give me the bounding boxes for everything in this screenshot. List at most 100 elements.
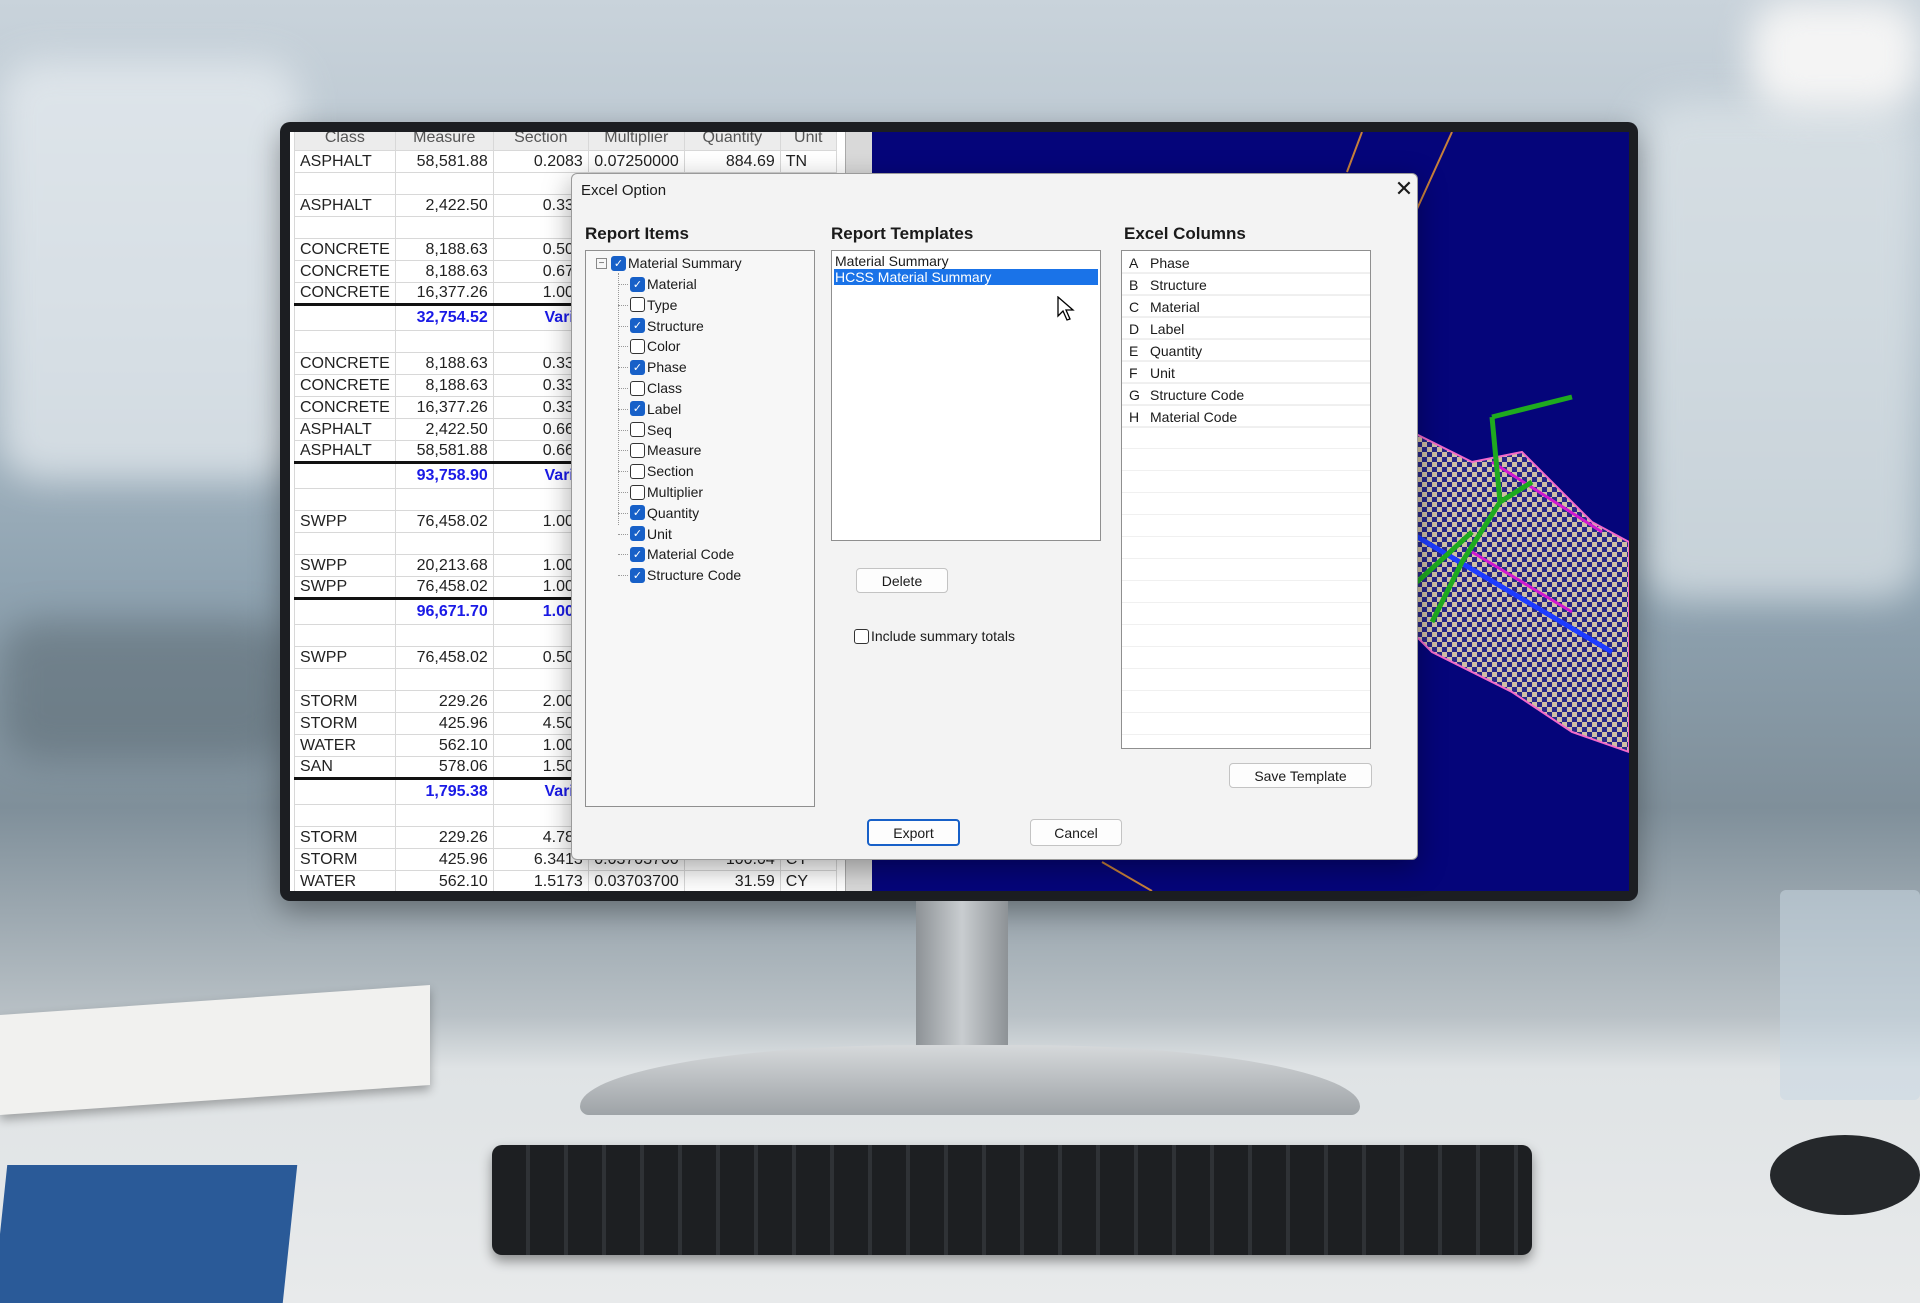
checkbox[interactable]: ✓ bbox=[611, 255, 626, 271]
table-cell[interactable]: 229.26 bbox=[394, 690, 494, 713]
checkbox[interactable]: ✓ bbox=[630, 276, 645, 292]
checkbox[interactable] bbox=[630, 484, 645, 500]
table-cell[interactable]: SWPP bbox=[294, 646, 396, 669]
table-cell[interactable]: CONCRETE bbox=[294, 374, 396, 397]
export-button[interactable]: Export bbox=[867, 819, 960, 846]
table-cell[interactable] bbox=[294, 668, 396, 691]
table-cell[interactable]: SWPP bbox=[294, 510, 396, 533]
table-cell[interactable]: CY bbox=[779, 870, 837, 891]
checkbox[interactable]: ✓ bbox=[630, 526, 645, 542]
tree-root-material-summary[interactable]: − ✓ Material Summary bbox=[596, 253, 742, 273]
table-cell[interactable]: 1.5173 bbox=[492, 870, 589, 891]
checkbox[interactable] bbox=[630, 380, 645, 396]
table-cell[interactable]: 16,377.26 bbox=[394, 396, 494, 419]
table-cell[interactable]: 229.26 bbox=[394, 826, 494, 849]
table-cell[interactable]: 0.03703700 bbox=[587, 870, 685, 891]
excel-column-item[interactable]: C Material bbox=[1122, 296, 1370, 318]
table-cell[interactable] bbox=[394, 216, 494, 239]
table-cell[interactable]: CONCRETE bbox=[294, 396, 396, 419]
table-cell[interactable]: 8,188.63 bbox=[394, 374, 494, 397]
tree-item-section[interactable]: Section bbox=[618, 461, 694, 481]
table-cell[interactable]: WATER bbox=[294, 734, 396, 757]
tree-item-label[interactable]: ✓ Label bbox=[618, 399, 681, 419]
table-cell[interactable]: CONCRETE bbox=[294, 352, 396, 375]
table-cell[interactable]: 96,671.70 bbox=[394, 598, 494, 625]
template-item[interactable]: HCSS Material Summary bbox=[834, 269, 1098, 285]
checkbox[interactable]: ✓ bbox=[630, 546, 645, 562]
checkbox[interactable]: ✓ bbox=[630, 567, 645, 583]
table-cell[interactable]: CONCRETE bbox=[294, 260, 396, 283]
excel-column-item[interactable]: G Structure Code bbox=[1122, 384, 1370, 406]
column-header[interactable]: Section bbox=[492, 132, 589, 151]
tree-item-class[interactable]: Class bbox=[618, 378, 682, 398]
table-cell[interactable] bbox=[294, 532, 396, 555]
excel-column-item[interactable]: F Unit bbox=[1122, 362, 1370, 384]
table-cell[interactable] bbox=[294, 304, 396, 331]
table-cell[interactable]: 562.10 bbox=[394, 734, 494, 757]
tree-item-seq[interactable]: Seq bbox=[618, 420, 672, 440]
table-cell[interactable]: 76,458.02 bbox=[394, 510, 494, 533]
table-cell[interactable] bbox=[294, 624, 396, 647]
tree-item-phase[interactable]: ✓ Phase bbox=[618, 357, 687, 377]
table-cell[interactable]: 884.69 bbox=[683, 150, 781, 173]
table-cell[interactable] bbox=[294, 462, 396, 489]
table-cell[interactable]: CONCRETE bbox=[294, 238, 396, 261]
tree-item-material[interactable]: ✓ Material bbox=[618, 274, 697, 294]
table-cell[interactable]: 562.10 bbox=[394, 870, 494, 891]
column-header[interactable]: Multiplier bbox=[587, 132, 685, 151]
table-cell[interactable]: STORM bbox=[294, 848, 396, 871]
table-cell[interactable]: 76,458.02 bbox=[394, 646, 494, 669]
table-cell[interactable]: STORM bbox=[294, 826, 396, 849]
include-summary-totals-checkbox[interactable]: Include summary totals bbox=[854, 626, 1015, 646]
column-header[interactable]: Quantity bbox=[683, 132, 781, 151]
tree-item-material-code[interactable]: ✓ Material Code bbox=[618, 544, 734, 564]
table-cell[interactable]: TN bbox=[779, 150, 837, 173]
table-cell[interactable]: ASPHALT bbox=[294, 440, 396, 464]
table-cell[interactable] bbox=[294, 172, 396, 195]
tree-item-multiplier[interactable]: Multiplier bbox=[618, 482, 703, 502]
table-cell[interactable] bbox=[294, 216, 396, 239]
cancel-button[interactable]: Cancel bbox=[1030, 819, 1122, 846]
table-cell[interactable]: STORM bbox=[294, 690, 396, 713]
table-cell[interactable]: ASPHALT bbox=[294, 194, 396, 217]
table-cell[interactable] bbox=[394, 488, 494, 511]
table-cell[interactable]: 58,581.88 bbox=[394, 150, 494, 173]
column-header[interactable]: Measure bbox=[394, 132, 494, 151]
table-cell[interactable] bbox=[394, 172, 494, 195]
column-header[interactable]: Unit bbox=[779, 132, 837, 151]
table-cell[interactable]: WATER bbox=[294, 870, 396, 891]
table-cell[interactable]: SAN bbox=[294, 756, 396, 780]
collapse-icon[interactable]: − bbox=[596, 257, 607, 269]
template-item[interactable]: Material Summary bbox=[834, 253, 1098, 269]
checkbox[interactable] bbox=[630, 422, 645, 438]
table-cell[interactable]: SWPP bbox=[294, 576, 396, 600]
table-cell[interactable] bbox=[294, 488, 396, 511]
table-cell[interactable]: 8,188.63 bbox=[394, 238, 494, 261]
table-cell[interactable] bbox=[294, 804, 396, 827]
checkbox[interactable]: ✓ bbox=[630, 505, 645, 521]
tree-item-structure[interactable]: ✓ Structure bbox=[618, 316, 704, 336]
table-cell[interactable]: 425.96 bbox=[394, 848, 494, 871]
table-cell[interactable]: 0.2083 bbox=[492, 150, 589, 173]
table-cell[interactable]: 2,422.50 bbox=[394, 194, 494, 217]
table-cell[interactable] bbox=[394, 330, 494, 353]
table-cell[interactable]: 425.96 bbox=[394, 712, 494, 735]
table-cell[interactable] bbox=[394, 668, 494, 691]
table-cell[interactable]: CONCRETE bbox=[294, 282, 396, 306]
table-cell[interactable]: SWPP bbox=[294, 554, 396, 577]
column-header[interactable]: Class bbox=[294, 132, 396, 151]
table-cell[interactable]: 93,758.90 bbox=[394, 462, 494, 489]
excel-column-item[interactable]: A Phase bbox=[1122, 252, 1370, 274]
table-cell[interactable]: 58,581.88 bbox=[394, 440, 494, 464]
table-cell[interactable]: 16,377.26 bbox=[394, 282, 494, 306]
excel-column-item[interactable]: E Quantity bbox=[1122, 340, 1370, 362]
table-cell[interactable]: ASPHALT bbox=[294, 418, 396, 441]
table-cell[interactable]: 8,188.63 bbox=[394, 260, 494, 283]
tree-item-unit[interactable]: ✓ Unit bbox=[618, 524, 672, 544]
delete-button[interactable]: Delete bbox=[856, 568, 948, 593]
save-template-button[interactable]: Save Template bbox=[1229, 763, 1372, 788]
tree-item-structure-code[interactable]: ✓ Structure Code bbox=[618, 565, 741, 585]
close-icon[interactable]: ✕ bbox=[1392, 176, 1416, 202]
table-cell[interactable] bbox=[394, 804, 494, 827]
table-cell[interactable] bbox=[294, 778, 396, 805]
